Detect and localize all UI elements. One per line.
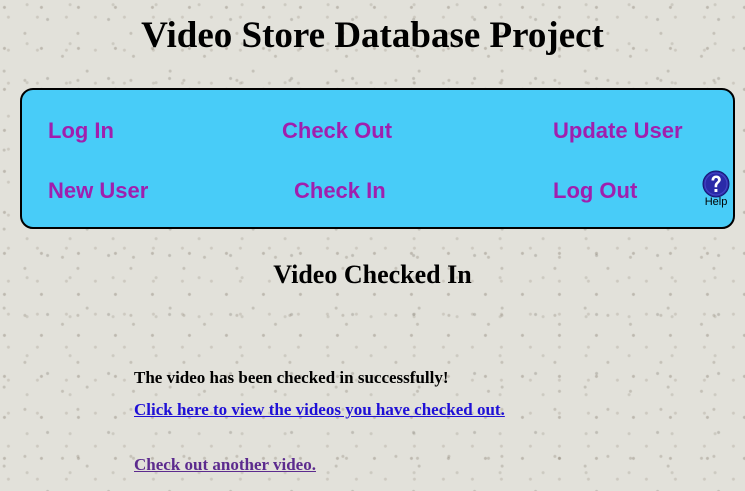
check-out-another-video-link[interactable]: Check out another video. <box>134 455 316 475</box>
nav-check-out-link[interactable]: Check Out <box>282 118 392 144</box>
page-title: Video Store Database Project <box>141 15 604 56</box>
nav-check-in-link[interactable]: Check In <box>294 178 386 204</box>
nav-update-user-link[interactable]: Update User <box>553 118 683 144</box>
question-mark-icon <box>702 170 730 198</box>
help-label: Help <box>704 196 728 208</box>
navigation-panel <box>20 88 735 229</box>
view-checked-out-videos-link[interactable]: Click here to view the videos you have c… <box>134 400 505 420</box>
nav-new-user-link[interactable]: New User <box>48 178 148 204</box>
section-heading: Video Checked In <box>273 260 472 289</box>
nav-log-in-link[interactable]: Log In <box>48 118 114 144</box>
nav-log-out-link[interactable]: Log Out <box>553 178 637 204</box>
success-message: The video has been checked in successful… <box>134 368 449 387</box>
help-button[interactable]: Help <box>698 170 734 208</box>
